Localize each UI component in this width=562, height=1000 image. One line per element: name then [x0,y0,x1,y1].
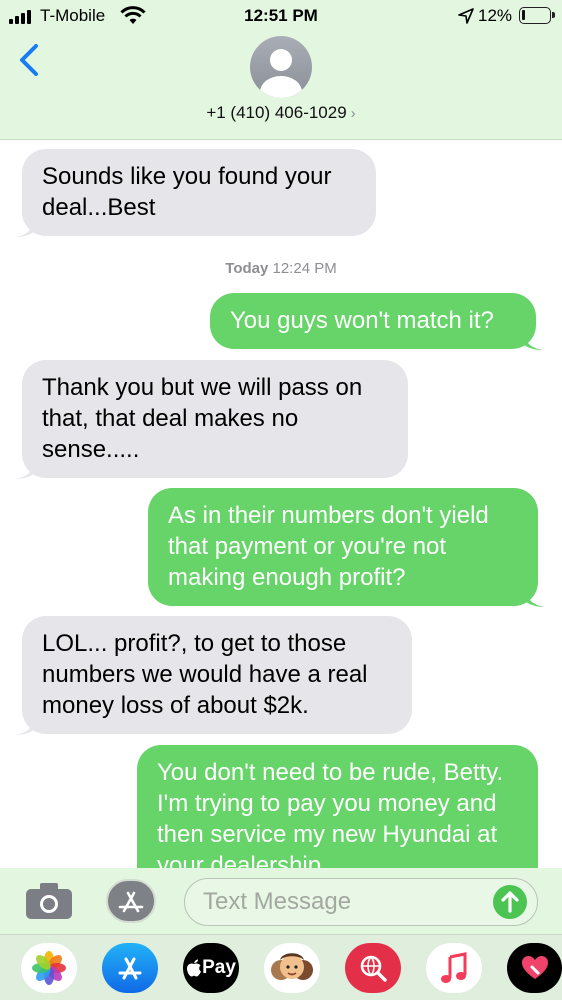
apple-pay-icon[interactable]: Pay [183,943,239,993]
battery-icon [519,7,555,24]
contact-avatar[interactable] [250,36,312,98]
message-text: Sounds like you found your deal...Best [42,163,332,221]
message-bubble-incoming[interactable]: LOL... profit?, to get to those numbers … [15,616,412,735]
app-store-a-icon [118,957,142,980]
memoji-icon[interactable] [264,943,320,993]
heart-touch-icon [521,956,548,979]
imessage-app-drawer: Pay [0,934,562,1000]
message-bubble-incoming[interactable]: Thank you but we will pass on that, that… [15,360,408,479]
app-store-button[interactable] [105,878,157,924]
app-store-icon[interactable] [102,943,158,993]
bubble-tail-icon [15,713,37,735]
back-button[interactable] [14,40,44,80]
photos-flower-icon [32,951,66,985]
music-note-icon [441,952,467,983]
chevron-right-icon: › [350,105,356,122]
battery-percent: 12% [478,6,513,25]
memoji-faces-icon [271,953,313,980]
contact-details-button[interactable]: +1 (410) 406-1029 › [0,103,562,123]
web-search-icon[interactable] [345,943,401,993]
message-bubble-outgoing[interactable]: You guys won't match it? [210,293,543,350]
bubble-tail-icon [521,328,543,350]
message-bubble-outgoing[interactable]: You don't need to be rude, Betty. I'm tr… [137,745,538,868]
music-icon[interactable] [426,943,482,993]
conversation-header: T-Mobile 12:51 PM 12% +1 (410) 406-1029 › [0,0,562,140]
message-text: LOL... profit?, to get to those numbers … [42,630,368,719]
bubble-tail-icon [15,457,37,479]
message-bubble-incoming[interactable]: Sounds like you found your deal...Best [15,149,376,237]
timestamp-divider: Today 12:24 PM [0,260,562,277]
bubble-tail-icon [523,585,545,607]
message-text-field[interactable] [184,878,538,926]
timestamp-day: Today [225,260,269,277]
photos-icon[interactable] [21,943,77,993]
contact-phone-number: +1 (410) 406-1029 [206,103,347,122]
message-text: You guys won't match it? [230,307,494,334]
message-input-bar [0,868,562,934]
person-silhouette-icon [260,49,302,98]
arrow-up-icon [501,891,519,913]
camera-icon[interactable] [25,882,73,920]
location-arrow-icon [458,8,474,24]
apple-logo-icon [187,959,202,977]
timestamp-time: 12:24 PM [272,260,337,277]
status-bar: T-Mobile 12:51 PM 12% [0,0,562,34]
message-bubble-outgoing[interactable]: As in their numbers don't yield that pay… [148,488,545,607]
globe-magnifier-icon [360,955,387,982]
message-text: Thank you but we will pass on that, that… [42,374,363,463]
apple-pay-label: Pay [202,957,236,978]
digital-touch-icon[interactable] [507,943,562,993]
bubble-tail-icon [15,215,37,237]
message-text: As in their numbers don't yield that pay… [168,502,489,591]
message-input[interactable] [203,887,483,917]
message-text: You don't need to be rude, Betty. I'm tr… [157,759,504,868]
send-button[interactable] [493,885,527,919]
message-thread[interactable]: Sounds like you found your deal...Best T… [0,141,562,868]
